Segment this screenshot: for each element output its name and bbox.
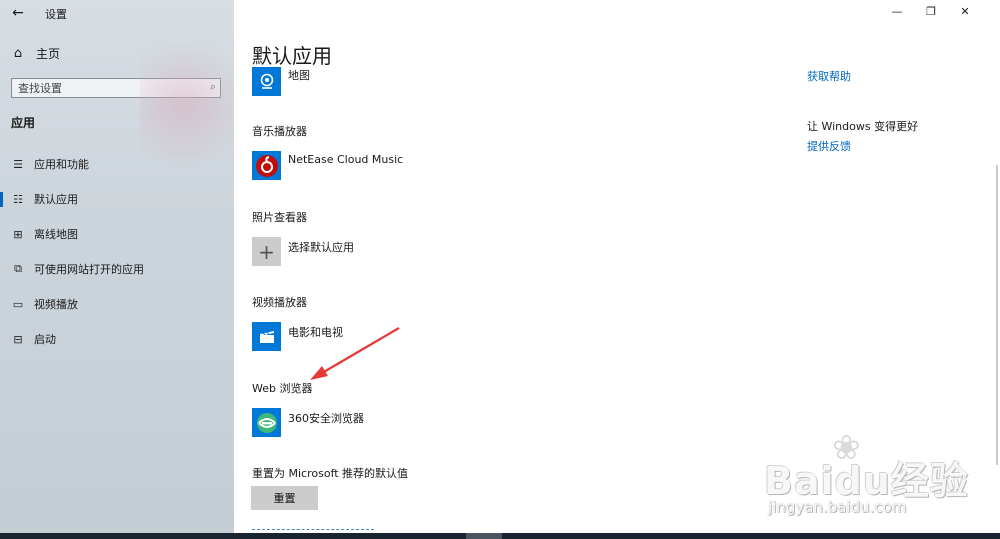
music-player-label: 音乐播放器	[252, 125, 307, 138]
movies-tv-icon	[252, 322, 281, 351]
sidebar: ← 设置 ⌂ 主页 ⌕ 应用 ☰ 应用和功能 ☷ 默认应用 ⊞ 离线地图 ⧉ 可…	[0, 0, 250, 533]
photo-app-name: 选择默认应用	[288, 241, 354, 254]
watermark-url: jingyan.baidu.com	[768, 498, 907, 516]
search-input[interactable]	[12, 79, 198, 97]
sidebar-item-label: 默认应用	[34, 193, 78, 206]
video-app-name: 电影和电视	[288, 326, 343, 339]
restore-icon[interactable]: ❐	[914, 4, 948, 20]
plus-icon: +	[252, 237, 281, 266]
sidebar-home[interactable]: ⌂ 主页	[10, 44, 60, 62]
maps-app-icon	[252, 67, 281, 96]
taskbar	[0, 533, 1000, 539]
startup-icon: ⊟	[13, 332, 23, 346]
sidebar-item-label: 离线地图	[34, 228, 78, 241]
taskbar-item[interactable]	[466, 533, 502, 539]
netease-music-icon	[252, 151, 281, 180]
web-browser-label: Web 浏览器	[252, 382, 313, 395]
map-pin-icon	[260, 73, 273, 89]
video-playback-icon: ▭	[12, 297, 24, 311]
scrollbar[interactable]	[996, 165, 998, 465]
offline-map-icon: ⊞	[13, 227, 23, 241]
close-icon[interactable]: ✕	[948, 4, 982, 20]
reset-button[interactable]: 重置	[251, 486, 318, 510]
360-browser-icon	[252, 408, 281, 437]
default-apps-icon: ☷	[13, 192, 23, 206]
music-app-button[interactable]: NetEase Cloud Music	[252, 151, 403, 180]
home-label: 主页	[36, 46, 61, 61]
sidebar-item-offline-maps[interactable]: ⊞ 离线地图	[0, 219, 234, 249]
window-title: 设置	[45, 8, 67, 21]
photo-viewer-label: 照片查看器	[252, 211, 307, 224]
maps-app-name: 地图	[288, 69, 310, 82]
website-app-icon: ⧉	[14, 262, 22, 275]
music-app-name: NetEase Cloud Music	[288, 153, 404, 166]
sidebar-item-startup[interactable]: ⊟ 启动	[0, 324, 234, 354]
sidebar-item-apps-features[interactable]: ☰ 应用和功能	[0, 149, 234, 179]
sidebar-item-apps-for-websites[interactable]: ⧉ 可使用网站打开的应用	[0, 254, 234, 284]
back-arrow-icon[interactable]: ←	[8, 4, 28, 22]
sidebar-item-label: 视频播放	[34, 298, 78, 311]
feedback-link[interactable]: 提供反馈	[807, 138, 851, 154]
baidu-watermark: ❀ Baidu经验 jingyan.baidu.com	[752, 428, 972, 528]
sidebar-item-label: 应用和功能	[34, 158, 89, 171]
get-help-link[interactable]: 获取帮助	[807, 68, 851, 84]
minimize-icon[interactable]: —	[880, 4, 914, 20]
section-title: 应用	[11, 116, 36, 130]
video-app-button[interactable]: 电影和电视	[252, 322, 343, 351]
video-player-label: 视频播放器	[252, 296, 307, 309]
active-indicator	[0, 191, 3, 207]
photo-app-button[interactable]: + 选择默认应用	[252, 237, 354, 266]
page-title: 默认应用	[252, 44, 332, 68]
search-box[interactable]: ⌕	[11, 78, 221, 98]
maps-app-button[interactable]: 地图	[252, 67, 310, 96]
browser-app-name: 360安全浏览器	[288, 412, 364, 425]
window-controls: — ❐ ✕	[880, 4, 982, 20]
home-icon: ⌂	[13, 45, 23, 61]
sidebar-item-default-apps[interactable]: ☷ 默认应用	[0, 184, 234, 214]
watermark-brand: Baidu经验	[764, 459, 969, 503]
reset-label: 重置为 Microsoft 推荐的默认值	[252, 467, 409, 480]
sidebar-item-label: 可使用网站打开的应用	[34, 263, 144, 276]
search-icon[interactable]: ⌕	[210, 80, 216, 94]
browser-app-button[interactable]: 360安全浏览器	[252, 408, 364, 437]
sidebar-item-video-playback[interactable]: ▭ 视频播放	[0, 289, 234, 319]
sidebar-item-label: 启动	[34, 333, 56, 346]
improve-windows-text: 让 Windows 变得更好	[807, 120, 919, 133]
apps-list-icon: ☰	[13, 157, 23, 171]
